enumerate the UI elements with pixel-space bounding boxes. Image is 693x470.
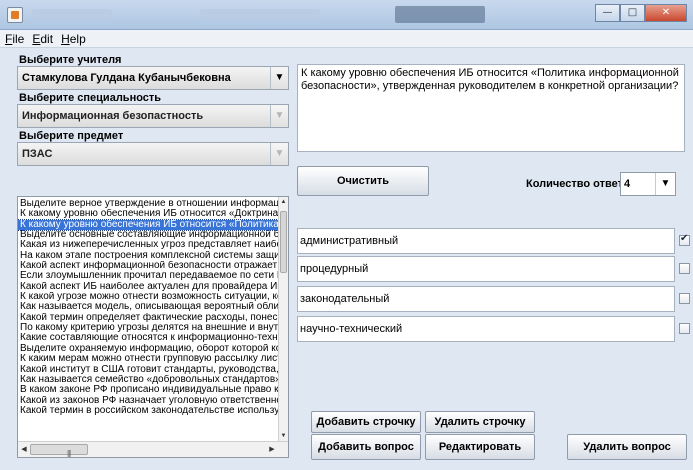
question-list-item[interactable]: В каком законе РФ прописано индивидуальн… — [18, 385, 280, 395]
answer-input[interactable]: процедурный — [297, 256, 675, 282]
answer-input[interactable]: научно-технический — [297, 316, 675, 342]
chevron-down-icon[interactable]: ▼ — [270, 67, 288, 89]
teacher-label: Выберите учителя — [19, 54, 122, 66]
question-list[interactable]: Выделите верное утверждение в отношении … — [17, 196, 289, 458]
add-question-button[interactable]: Добавить вопрос — [311, 434, 421, 460]
clear-button[interactable]: Очистить — [297, 166, 429, 196]
question-list-item[interactable]: Какой институт в США готовит стандарты, … — [18, 365, 280, 375]
vertical-scrollbar[interactable]: ▲ ▼ — [278, 197, 288, 441]
answer-correct-checkbox[interactable] — [679, 323, 690, 334]
subject-label: Выберите предмет — [19, 130, 124, 142]
delete-question-button[interactable]: Удалить вопрос — [567, 434, 687, 460]
edit-button[interactable]: Редактировать — [425, 434, 535, 460]
menu-item-file[interactable]: File — [0, 30, 27, 46]
answer-correct-checkbox[interactable] — [679, 293, 690, 304]
scroll-thumb[interactable] — [280, 211, 287, 273]
question-list-item[interactable]: Выделите верное утверждение в отношении … — [18, 199, 280, 209]
question-list-item[interactable]: Какой аспект информационной безопасности… — [18, 261, 280, 271]
subject-value: ПЗАС — [22, 148, 53, 160]
specialty-label: Выберите специальность — [19, 92, 162, 104]
teacher-select[interactable]: Стамкулова Гулдана Кубанычбековна ▼ — [17, 66, 289, 90]
minimize-icon[interactable]: — — [595, 4, 620, 22]
question-list-item[interactable]: Какая из нижеперечисленных угроз предста… — [18, 240, 280, 250]
chevron-down-icon[interactable]: ▼ — [270, 105, 288, 127]
horizontal-scroll-thumb[interactable]: ||| — [30, 444, 88, 457]
specialty-select[interactable]: Информационная безопастность ▼ — [17, 104, 289, 128]
quick-access-toolbar — [32, 9, 112, 19]
answer-correct-checkbox[interactable] — [679, 263, 690, 274]
question-list-item[interactable]: По какому критерию угрозы делятся на вне… — [18, 323, 280, 333]
question-list-item[interactable]: Как называется семейство «добровольных с… — [18, 375, 280, 385]
question-list-item[interactable]: Какой термин в российском законодательст… — [18, 406, 280, 416]
subject-select[interactable]: ПЗАС ▼ — [17, 142, 289, 166]
window-title-block — [395, 6, 485, 23]
scroll-right-icon[interactable]: ▶ — [266, 442, 278, 457]
add-row-button[interactable]: Добавить строчку — [311, 411, 421, 433]
scroll-up-icon[interactable]: ▲ — [279, 197, 288, 207]
question-list-item[interactable]: Как называется модель, описывающая вероя… — [18, 302, 280, 312]
menu-item-edit[interactable]: Edit — [27, 30, 56, 46]
question-list-item[interactable]: Выделите основные составляющие информаци… — [18, 230, 280, 240]
teacher-value: Стамкулова Гулдана Кубанычбековна — [22, 72, 231, 84]
question-list-item[interactable]: На каком этапе построения комплексной си… — [18, 251, 280, 261]
title-bar: — □ ✕ — [0, 0, 693, 30]
question-list-item[interactable]: Если злоумышленник прочитал передаваемое… — [18, 271, 280, 281]
answer-input[interactable]: законодательный — [297, 286, 675, 312]
specialty-value: Информационная безопастность — [22, 110, 204, 122]
scroll-down-icon[interactable]: ▼ — [279, 431, 288, 441]
menu-bar: File Edit Help — [0, 30, 693, 48]
answer-input[interactable]: административный — [297, 228, 675, 254]
delete-row-button[interactable]: Удалить строчку — [425, 411, 535, 433]
main-content: Выберите учителя Стамкулова Гулдана Куба… — [0, 48, 693, 470]
window-title-blurred — [200, 9, 320, 19]
maximize-icon[interactable]: □ — [620, 4, 645, 22]
menu-item-help[interactable]: Help — [56, 30, 89, 46]
question-list-item[interactable]: К какой угрозе можно отнести возможность… — [18, 292, 280, 302]
horizontal-scrollbar[interactable]: ◀ ||| ▶ — [18, 441, 288, 457]
chevron-down-icon[interactable]: ▼ — [655, 173, 675, 195]
window-controls: — □ ✕ — [595, 4, 687, 22]
question-list-item[interactable]: К каким мерам можно отнести групповую ра… — [18, 354, 280, 364]
question-list-item[interactable]: Выделите охраняемую информацию, оборот к… — [18, 344, 280, 354]
scroll-left-icon[interactable]: ◀ — [18, 442, 30, 457]
question-list-item[interactable]: К какому уровню обеспечения ИБ относится… — [18, 218, 281, 232]
answer-count-value: 4 — [624, 178, 631, 190]
question-list-item[interactable]: Какой аспект ИБ наиболее актуален для пр… — [18, 282, 280, 292]
question-list-item[interactable]: Какие составляющие относятся к информаци… — [18, 333, 280, 343]
app-icon — [7, 7, 23, 23]
question-list-item[interactable]: Какой из законов РФ назначает уголовную … — [18, 396, 280, 406]
close-icon[interactable]: ✕ — [645, 4, 687, 22]
question-list-item[interactable]: К какому уровню обеспечения ИБ относится… — [18, 209, 280, 219]
answer-correct-checkbox[interactable] — [679, 233, 690, 246]
chevron-down-icon[interactable]: ▼ — [270, 143, 288, 165]
question-list-items: Выделите верное утверждение в отношении … — [18, 199, 281, 416]
question-textarea[interactable]: К какому уровню обеспечения ИБ относится… — [297, 64, 685, 152]
question-list-item[interactable]: Какой термин определяет фактические расх… — [18, 313, 280, 323]
answer-count-select[interactable]: 4 ▼ — [620, 172, 676, 196]
